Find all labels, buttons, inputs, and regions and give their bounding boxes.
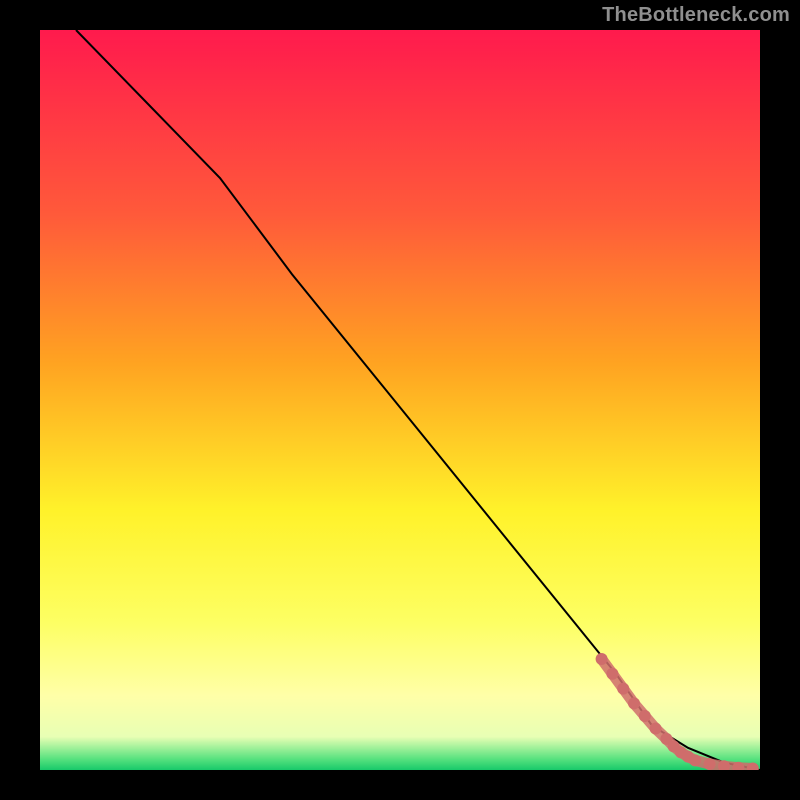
highlight-dot <box>617 683 629 695</box>
highlight-dot <box>596 653 608 665</box>
highlight-dot <box>606 668 618 680</box>
highlight-dot <box>650 723 662 735</box>
plot-area <box>40 30 760 770</box>
highlight-dot <box>639 710 651 722</box>
attribution-text: TheBottleneck.com <box>602 4 790 27</box>
highlight-dot <box>628 697 640 709</box>
chart-frame: TheBottleneck.com <box>0 0 800 800</box>
chart-svg <box>40 30 760 770</box>
highlight-dot <box>689 754 701 766</box>
gradient-background <box>40 30 760 770</box>
highlight-dot <box>704 758 716 770</box>
